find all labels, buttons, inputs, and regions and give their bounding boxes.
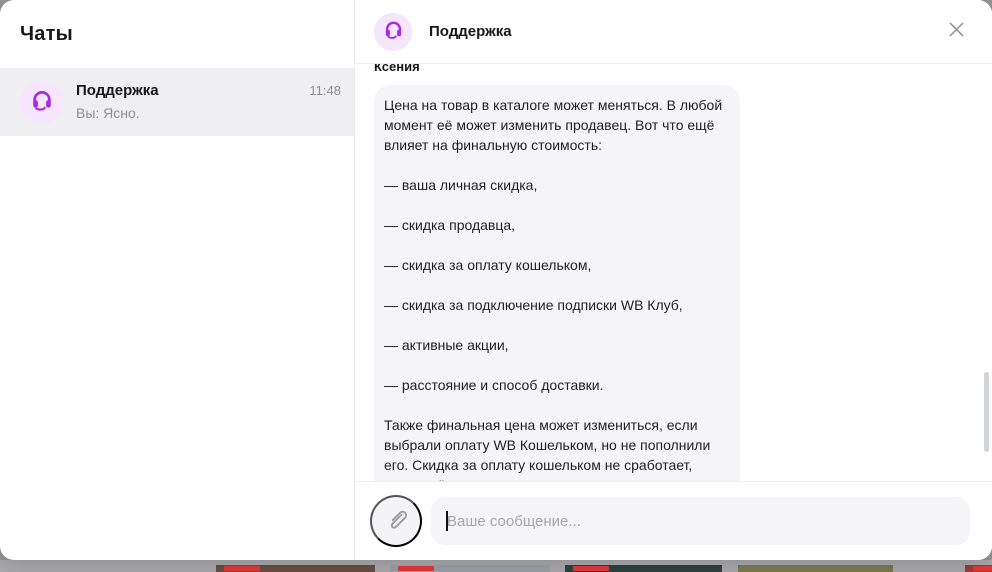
message-paragraph: — скидка за подключение подписки WB Клуб… xyxy=(384,295,726,315)
message-sender-name: Ксения xyxy=(374,64,992,74)
message-paragraph: Также финальная цена может измениться, е… xyxy=(384,415,726,481)
headset-icon xyxy=(383,19,404,45)
messages-scroll-area[interactable]: Ксения Цена на товар в каталоге может ме… xyxy=(355,64,992,481)
product-thumbnail xyxy=(565,565,722,572)
chat-sidebar: Чаты Поддержка Вы: Ясно. 11:48 xyxy=(0,0,355,560)
message-input[interactable] xyxy=(431,497,970,545)
message-paragraph: — расстояние и способ доставки. xyxy=(384,375,726,395)
discount-badge xyxy=(398,566,434,571)
paperclip-icon xyxy=(383,506,410,536)
message-paragraph: — скидка за оплату кошельком, xyxy=(384,255,726,275)
discount-badge xyxy=(573,566,609,571)
chat-item-text: Поддержка Вы: Ясно. xyxy=(76,68,309,136)
close-button[interactable] xyxy=(942,18,970,46)
scrollbar-thumb[interactable] xyxy=(984,372,989,452)
product-thumbnail xyxy=(390,565,550,572)
chat-name: Поддержка xyxy=(76,82,309,99)
sidebar-title: Чаты xyxy=(20,23,73,46)
chat-timestamp: 11:48 xyxy=(309,68,341,136)
text-cursor xyxy=(446,511,448,531)
message-paragraph: — скидка продавца, xyxy=(384,215,726,235)
message-paragraph: — активные акции, xyxy=(384,335,726,355)
chat-list-item-support[interactable]: Поддержка Вы: Ясно. 11:48 xyxy=(0,68,354,136)
product-thumbnail xyxy=(216,565,375,572)
background-products-strip xyxy=(0,560,992,572)
support-message-bubble: Цена на товар в каталоге может меняться.… xyxy=(374,85,740,481)
attach-file-button[interactable] xyxy=(370,495,422,547)
close-icon xyxy=(946,19,967,45)
message-input-wrap xyxy=(431,497,970,545)
conversation-panel: Поддержка Ксения Цена на товар в каталог… xyxy=(355,0,992,560)
headset-icon xyxy=(30,88,54,117)
chat-modal: Чаты Поддержка Вы: Ясно. 11:48 xyxy=(0,0,992,560)
conversation-header: Поддержка xyxy=(355,0,992,64)
conversation-title: Поддержка xyxy=(429,23,512,40)
message-paragraph: Цена на товар в каталоге может меняться.… xyxy=(384,95,726,155)
product-thumbnail xyxy=(738,565,893,572)
discount-badge xyxy=(973,566,992,571)
chat-last-message-preview: Вы: Ясно. xyxy=(76,105,309,121)
product-thumbnail xyxy=(965,565,992,572)
message-composer xyxy=(355,481,992,560)
support-avatar xyxy=(20,80,64,124)
sidebar-header: Чаты xyxy=(0,0,354,68)
discount-badge xyxy=(224,566,260,571)
message-paragraph: — ваша личная скидка, xyxy=(384,175,726,195)
support-avatar xyxy=(374,13,412,51)
